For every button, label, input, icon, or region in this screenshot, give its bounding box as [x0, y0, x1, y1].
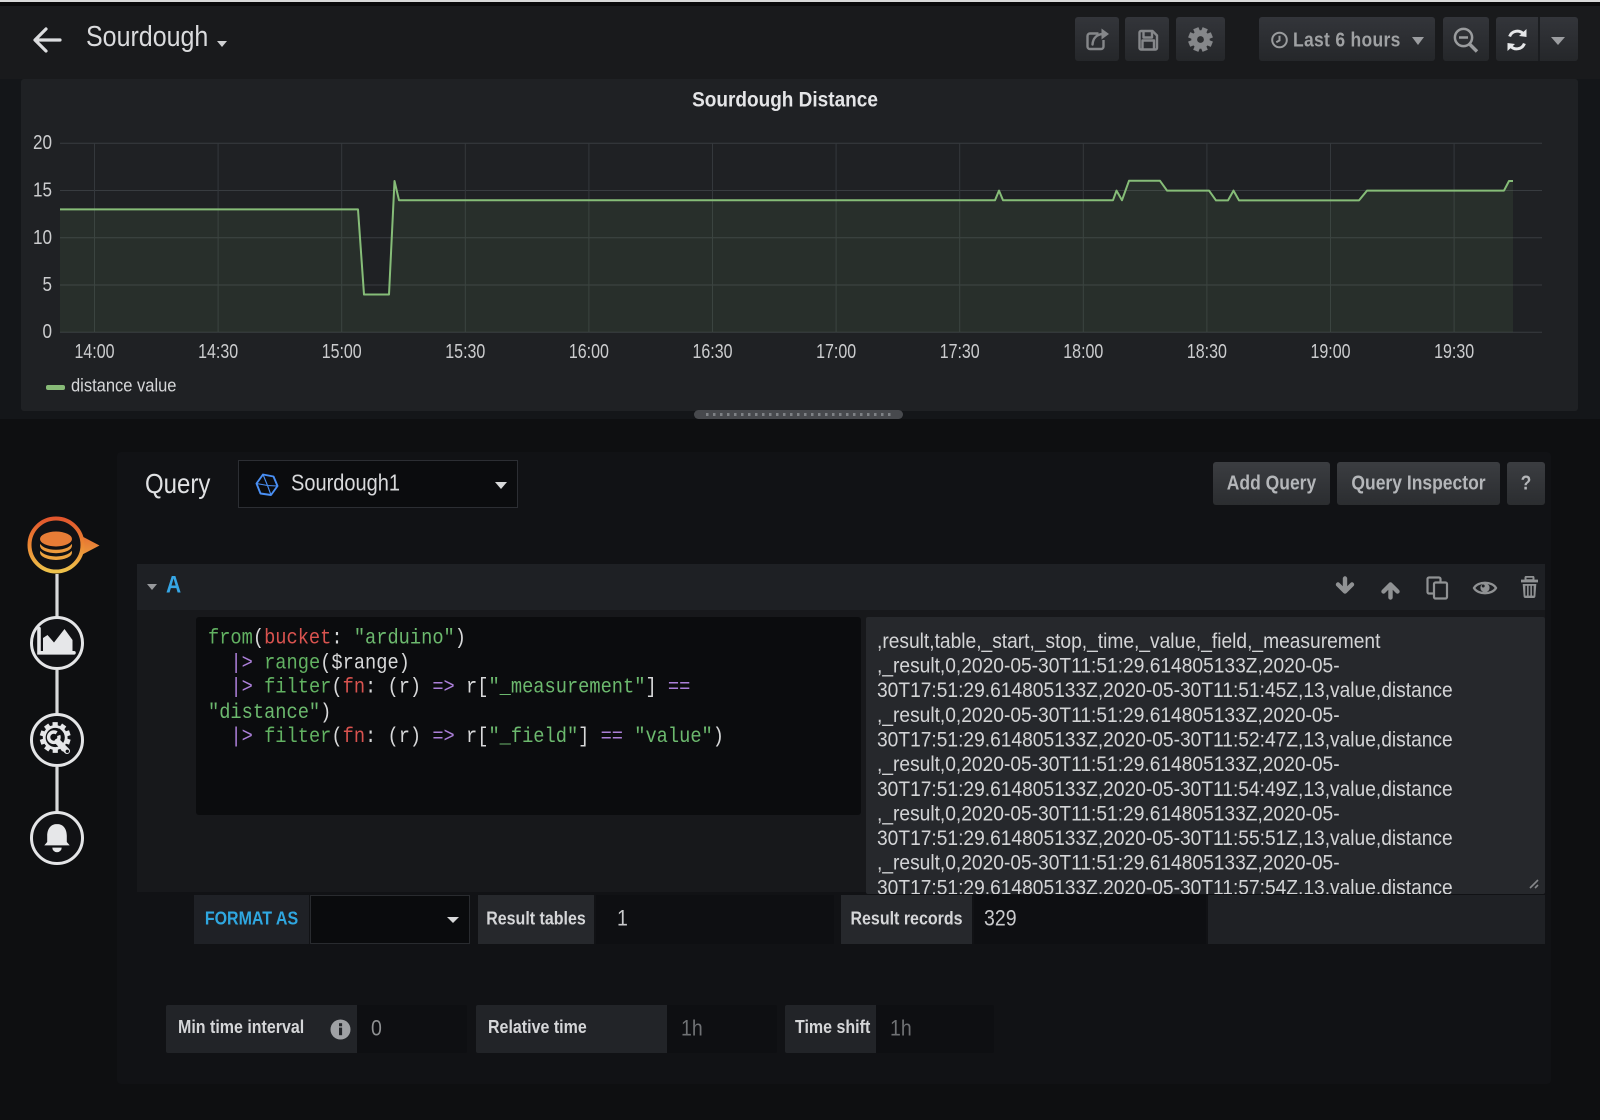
svg-text:10: 10: [33, 227, 52, 249]
svg-text:14:00: 14:00: [75, 341, 115, 363]
svg-text:5: 5: [43, 274, 53, 296]
svg-text:17:00: 17:00: [816, 341, 856, 363]
svg-text:16:30: 16:30: [693, 341, 733, 363]
svg-text:0: 0: [43, 321, 53, 343]
svg-text:15:30: 15:30: [445, 341, 485, 363]
svg-text:14:30: 14:30: [198, 341, 238, 363]
svg-text:19:00: 19:00: [1311, 341, 1351, 363]
svg-text:17:30: 17:30: [940, 341, 980, 363]
svg-text:18:00: 18:00: [1063, 341, 1103, 363]
svg-text:19:30: 19:30: [1434, 341, 1474, 363]
svg-text:15:00: 15:00: [322, 341, 362, 363]
svg-text:18:30: 18:30: [1187, 341, 1227, 363]
svg-text:16:00: 16:00: [569, 341, 609, 363]
svg-text:15: 15: [33, 180, 52, 202]
svg-text:20: 20: [33, 132, 52, 154]
